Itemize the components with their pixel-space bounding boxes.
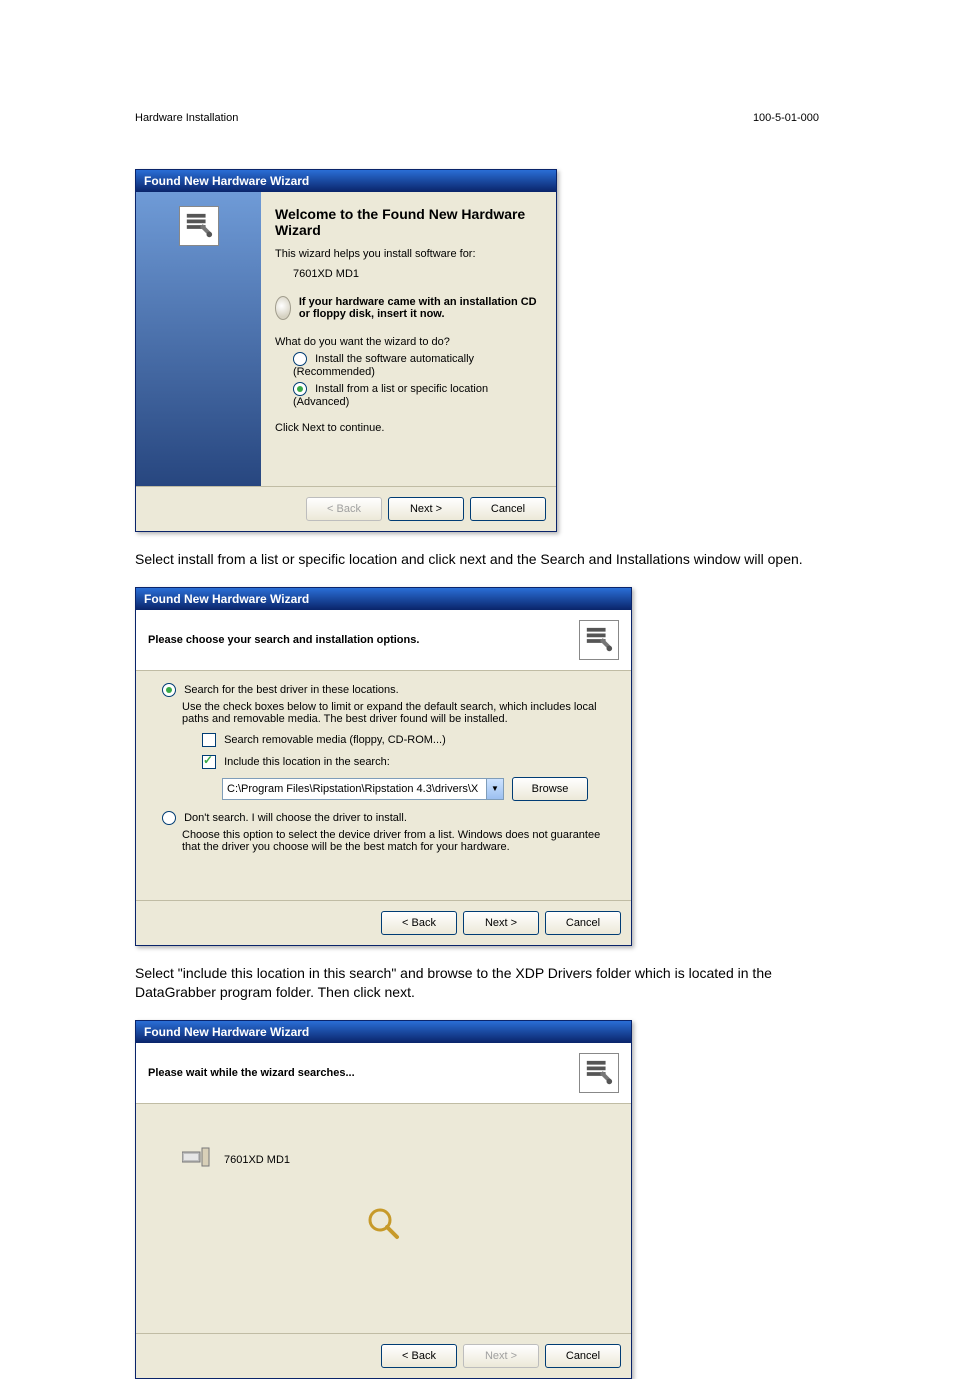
cancel-button[interactable]: Cancel [545,1344,621,1368]
hardware-icon [182,1146,210,1174]
wizard-continue-text: Click Next to continue. [275,422,542,434]
dialog-button-row: < Back Next > Cancel [136,486,556,531]
page-header: Hardware Installation 100-5-01-000 [135,112,819,124]
radio-icon [162,683,176,697]
radio-icon [293,382,307,396]
dialog-title: Found New Hardware Wizard [144,592,309,606]
wizard-dialog-search-options: Found New Hardware Wizard Please choose … [135,587,632,946]
dont-search-description: Choose this option to select the device … [182,829,605,853]
header-left: Hardware Installation [135,112,238,124]
radio-search-best[interactable]: Search for the best driver in these loca… [162,683,605,697]
radio-auto-label: Install the software automatically (Reco… [293,353,474,378]
wizard-intro-text: This wizard helps you install software f… [275,248,542,260]
radio-install-list[interactable]: Install from a list or specific location… [275,382,542,408]
wizard-question: What do you want the wizard to do? [275,336,542,348]
wizard-icon [579,1053,619,1093]
wizard-dialog-searching: Found New Hardware Wizard Please wait wh… [135,1020,632,1379]
back-button[interactable]: < Back [381,911,457,935]
checkbox-icon [202,733,216,747]
dialog-title: Found New Hardware Wizard [144,174,309,188]
instruction-paragraph-2: Select "include this location in this se… [135,964,819,1002]
radio-install-auto[interactable]: Install the software automatically (Reco… [275,352,542,378]
wizard-device-name: 7601XD MD1 [275,268,542,280]
magnifier-icon [364,1204,404,1244]
include-label: Include this location in the search: [224,756,390,768]
browse-button[interactable]: Browse [512,777,588,801]
dialog-button-row: < Back Next > Cancel [136,900,631,945]
wizard-side-graphic [136,192,261,486]
dialog-titlebar[interactable]: Found New Hardware Wizard [136,170,556,192]
wizard-welcome-title: Welcome to the Found New Hardware Wizard [275,206,542,238]
checkbox-removable-media[interactable]: Search removable media (floppy, CD-ROM..… [202,733,605,747]
wizard-icon [579,620,619,660]
header-right: 100-5-01-000 [753,112,819,124]
dialog-title: Found New Hardware Wizard [144,1025,309,1039]
wizard-dialog-welcome: Found New Hardware Wizard Welcome to the… [135,169,557,532]
dialog-button-row: < Back Next > Cancel [136,1333,631,1378]
cd-icon [275,296,291,320]
dialog-header-text: Please choose your search and installati… [148,634,419,646]
radio-list-label: Install from a list or specific location… [293,383,488,408]
back-button: < Back [306,497,382,521]
back-button[interactable]: < Back [381,1344,457,1368]
radio-dont-search[interactable]: Don't search. I will choose the driver t… [162,811,605,825]
radio-dont-label: Don't search. I will choose the driver t… [184,812,407,824]
searching-device-name: 7601XD MD1 [224,1154,290,1166]
removable-label: Search removable media (floppy, CD-ROM..… [224,734,446,746]
dialog-header-text: Please wait while the wizard searches... [148,1067,355,1079]
wizard-icon [179,206,219,246]
search-description: Use the check boxes below to limit or ex… [182,701,605,725]
radio-search-label: Search for the best driver in these loca… [184,684,399,696]
chevron-down-icon[interactable]: ▼ [486,779,503,799]
dialog-titlebar[interactable]: Found New Hardware Wizard [136,1021,631,1043]
radio-icon [293,352,307,366]
next-button: Next > [463,1344,539,1368]
path-value: C:\Program Files\Ripstation\Ripstation 4… [223,783,486,795]
next-button[interactable]: Next > [463,911,539,935]
checkbox-include-location[interactable]: Include this location in the search: [202,755,605,769]
wizard-cd-notice: If your hardware came with an installati… [299,296,542,320]
cancel-button[interactable]: Cancel [470,497,546,521]
cancel-button[interactable]: Cancel [545,911,621,935]
instruction-paragraph-1: Select install from a list or specific l… [135,550,819,569]
dialog-titlebar[interactable]: Found New Hardware Wizard [136,588,631,610]
location-path-combobox[interactable]: C:\Program Files\Ripstation\Ripstation 4… [222,778,504,800]
next-button[interactable]: Next > [388,497,464,521]
checkbox-icon [202,755,216,769]
radio-icon [162,811,176,825]
